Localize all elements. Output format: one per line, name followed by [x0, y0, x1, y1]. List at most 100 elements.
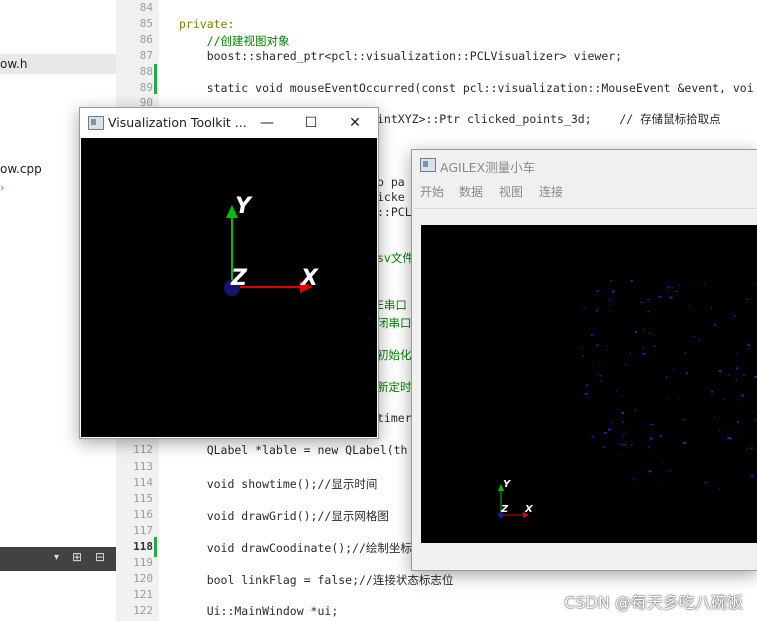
cloud-point	[621, 394, 623, 396]
code-line: static void mouseEventOccurred(const pcl…	[179, 81, 754, 95]
menu-bar: 开始 数据 视图 连接	[412, 180, 757, 202]
menu-connect[interactable]: 连接	[539, 183, 563, 200]
cloud-point	[595, 294, 597, 296]
cloud-point	[668, 470, 672, 472]
cloud-point	[718, 488, 720, 490]
line-number: 114	[133, 476, 153, 489]
line-number: 88	[139, 65, 153, 78]
line-number: 89	[139, 81, 153, 94]
line-number: 115	[133, 492, 153, 505]
code-line: void drawGrid();//显示网格图	[179, 509, 389, 523]
code-line: 初始化	[377, 348, 412, 362]
y-axis-label: Y	[503, 479, 512, 490]
cloud-point	[590, 333, 593, 336]
line-number: 112	[133, 443, 153, 456]
menu-start[interactable]: 开始	[420, 183, 444, 200]
tree-arrow-icon[interactable]: ›	[0, 181, 4, 194]
cloud-point	[642, 347, 644, 350]
file-item-header[interactable]: ow.h	[0, 54, 116, 74]
cloud-point	[705, 481, 708, 483]
cloud-point	[625, 444, 626, 447]
cloud-point	[633, 479, 636, 481]
cloud-point	[647, 299, 650, 300]
menu-data[interactable]: 数据	[459, 183, 483, 200]
toolbar-area	[414, 208, 757, 217]
vtk-render-view[interactable]: Y X Z	[81, 138, 377, 437]
cloud-point	[611, 290, 615, 293]
dropdown-icon[interactable]: ▾	[54, 552, 59, 563]
code-line: 新定时	[377, 380, 412, 394]
cloud-point	[597, 308, 599, 311]
cloud-point	[630, 280, 633, 282]
cloud-point	[599, 375, 603, 377]
cloud-point	[640, 302, 644, 303]
split-icon[interactable]: ⊞	[72, 550, 82, 564]
cloud-point	[604, 432, 607, 434]
cloud-point	[581, 346, 583, 349]
cloud-point	[624, 364, 627, 366]
point-cloud-points	[581, 280, 757, 490]
cloud-point	[719, 428, 721, 431]
cloud-point	[686, 372, 689, 375]
vtk-window: Visualization Toolkit ... — ☐ ✕ Y X Z	[79, 107, 379, 439]
cloud-point	[678, 285, 679, 287]
cloud-point	[684, 352, 687, 354]
cloud-point	[609, 280, 612, 282]
code-line: timer	[377, 411, 412, 425]
app-icon	[88, 116, 104, 130]
panel-bottom	[0, 571, 116, 621]
line-number: 86	[139, 33, 153, 46]
agilex-titlebar[interactable]: AGILEX测量小车	[412, 150, 757, 180]
cloud-point	[596, 290, 599, 292]
cloud-point	[714, 323, 717, 326]
menu-view[interactable]: 视图	[499, 183, 523, 200]
cloud-point	[599, 365, 601, 366]
code-line: private:	[179, 17, 235, 31]
cloud-point	[649, 424, 653, 425]
line-number: 118	[133, 540, 153, 553]
cloud-point	[616, 390, 617, 392]
watermark: CSDN @每天多吃八碗饭	[564, 593, 743, 612]
cloud-point	[658, 480, 660, 482]
cloud-point	[586, 384, 589, 387]
cloud-point	[661, 461, 663, 463]
minimize-icon[interactable]: —	[244, 108, 290, 138]
cloud-point	[623, 431, 625, 433]
z-axis-label: Z	[230, 266, 248, 291]
point-cloud-view[interactable]: Y X Z	[421, 225, 757, 543]
cloud-point	[635, 331, 638, 333]
cloud-point	[736, 352, 738, 354]
y-axis-label: Y	[235, 194, 253, 219]
cloud-point	[582, 355, 585, 357]
cloud-point	[606, 349, 608, 351]
cloud-point	[653, 345, 657, 347]
cloud-point	[610, 311, 612, 313]
code-line: bool linkFlag = false;//连接状态标志位	[179, 573, 454, 587]
window-title: Visualization Toolkit ...	[108, 115, 247, 130]
cloud-point	[666, 376, 668, 379]
cloud-point	[629, 352, 631, 355]
code-line: boost::shared_ptr<pcl::visualization::PC…	[179, 49, 623, 63]
change-marker	[154, 64, 157, 94]
line-number: 113	[133, 460, 153, 473]
cloud-point	[734, 315, 735, 318]
code-line: Ui::MainWindow *ui;	[179, 604, 339, 618]
agilex-window: AGILEX测量小车 开始 数据 视图 连接 Y X Z	[411, 149, 757, 571]
cloud-point	[635, 409, 637, 412]
panel-toolbar: ▾ ⊞ ⊟	[0, 547, 116, 571]
line-number: 85	[139, 17, 153, 30]
close-icon[interactable]: ✕	[332, 108, 378, 138]
cloud-point	[704, 282, 706, 284]
code-line: void showtime();//显示时间	[179, 477, 378, 491]
close-panel-icon[interactable]: ⊟	[95, 550, 105, 564]
line-number: 121	[133, 588, 153, 601]
cloud-point	[583, 307, 585, 310]
vtk-titlebar[interactable]: Visualization Toolkit ... — ☐ ✕	[80, 108, 378, 138]
line-number: 120	[133, 572, 153, 585]
cloud-point	[736, 367, 738, 370]
code-line: QLabel *lable = new QLabel(th	[179, 443, 408, 457]
cloud-point	[669, 296, 673, 299]
maximize-icon[interactable]: ☐	[288, 108, 334, 138]
code-line: sv文件	[377, 251, 414, 265]
cloud-point	[648, 332, 650, 335]
